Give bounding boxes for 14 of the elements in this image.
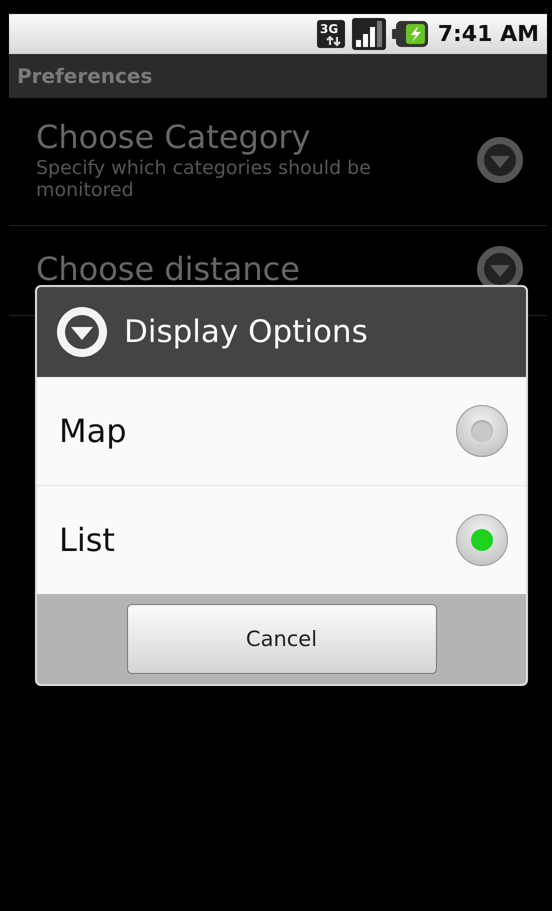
- preference-title[interactable]: Choose distance: [36, 250, 300, 288]
- option-label[interactable]: Map: [59, 412, 127, 450]
- cancel-button[interactable]: Cancel: [126, 604, 436, 674]
- preference-title[interactable]: Choose Category: [36, 118, 426, 156]
- signal-strength-icon: [352, 18, 386, 50]
- dialog-title: Display Options: [124, 314, 368, 350]
- radio-button[interactable]: [456, 514, 508, 566]
- 3g-data-icon: 3G: [316, 19, 346, 49]
- clock-time: 7:41 AM: [438, 22, 539, 46]
- option-label[interactable]: List: [59, 521, 115, 559]
- radio-button[interactable]: [456, 405, 508, 457]
- preference-summary: Specify which categories should be monitored: [36, 158, 372, 202]
- screen-title: Preferences: [17, 64, 152, 88]
- battery-charging-icon: [392, 21, 428, 47]
